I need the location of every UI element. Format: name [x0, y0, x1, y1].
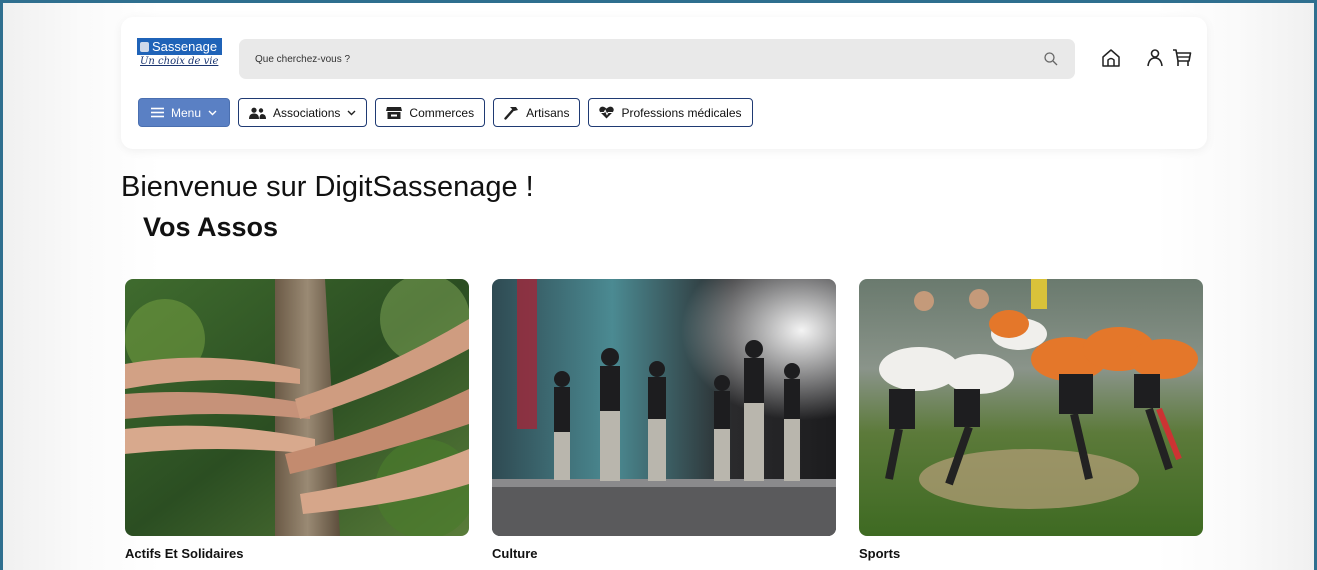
associations-button[interactable]: Associations [238, 98, 368, 127]
artisans-button[interactable]: Artisans [493, 98, 581, 127]
chevron-down-icon [208, 110, 217, 115]
logo-tagline: Un choix de vie [140, 56, 219, 67]
sassenage-logo[interactable]: Sassenage Un choix de vie [137, 38, 227, 78]
category-label: Actifs Et Solidaires [125, 546, 244, 561]
app-frame: Sassenage Un choix de vie Que cherchez-v… [0, 0, 1317, 570]
dancers-on-stage-photo [492, 279, 836, 536]
menu-label: Menu [171, 105, 202, 120]
medical-professions-button[interactable]: Professions médicales [588, 98, 753, 127]
category-label: Culture [492, 546, 538, 561]
search-bar [239, 39, 1075, 79]
city-emblem-icon [140, 41, 149, 52]
category-label: Sports [859, 546, 901, 561]
category-card-culture[interactable]: Culture [492, 279, 836, 561]
artisans-label: Artisans [526, 105, 570, 120]
commerces-label: Commerces [409, 105, 475, 120]
logo-badge: Sassenage [137, 38, 223, 55]
medical-label: Professions médicales [621, 105, 742, 120]
section-title: Vos Assos [143, 212, 279, 242]
menu-button[interactable]: Menu [138, 98, 231, 127]
associations-label: Associations [273, 105, 341, 120]
chevron-down-icon [347, 110, 356, 115]
store-icon [386, 107, 403, 119]
home-icon[interactable] [1100, 47, 1122, 69]
search-icon[interactable] [1043, 51, 1059, 67]
welcome-heading: Bienvenue sur DigitSassenage ! [121, 171, 534, 203]
cart-icon[interactable] [1171, 47, 1193, 69]
hamburger-icon [151, 107, 164, 118]
logo-name: Sassenage [152, 39, 218, 54]
hands-on-tree-photo [125, 279, 469, 536]
category-card-actifs-solidaires[interactable]: Actifs Et Solidaires [125, 279, 469, 561]
search-input[interactable] [239, 39, 1035, 79]
user-icon[interactable] [1144, 47, 1166, 69]
rugby-scrum-photo [859, 279, 1203, 536]
category-card-sports[interactable]: Sports [859, 279, 1203, 561]
category-nav: Menu Associations Commerces Artisans Pro… [138, 98, 753, 127]
site-header: Sassenage Un choix de vie Que cherchez-v… [121, 17, 1207, 149]
heart-pulse-icon [599, 106, 615, 119]
commerces-button[interactable]: Commerces [375, 98, 486, 127]
people-icon [249, 107, 267, 119]
hammer-icon [504, 106, 519, 120]
